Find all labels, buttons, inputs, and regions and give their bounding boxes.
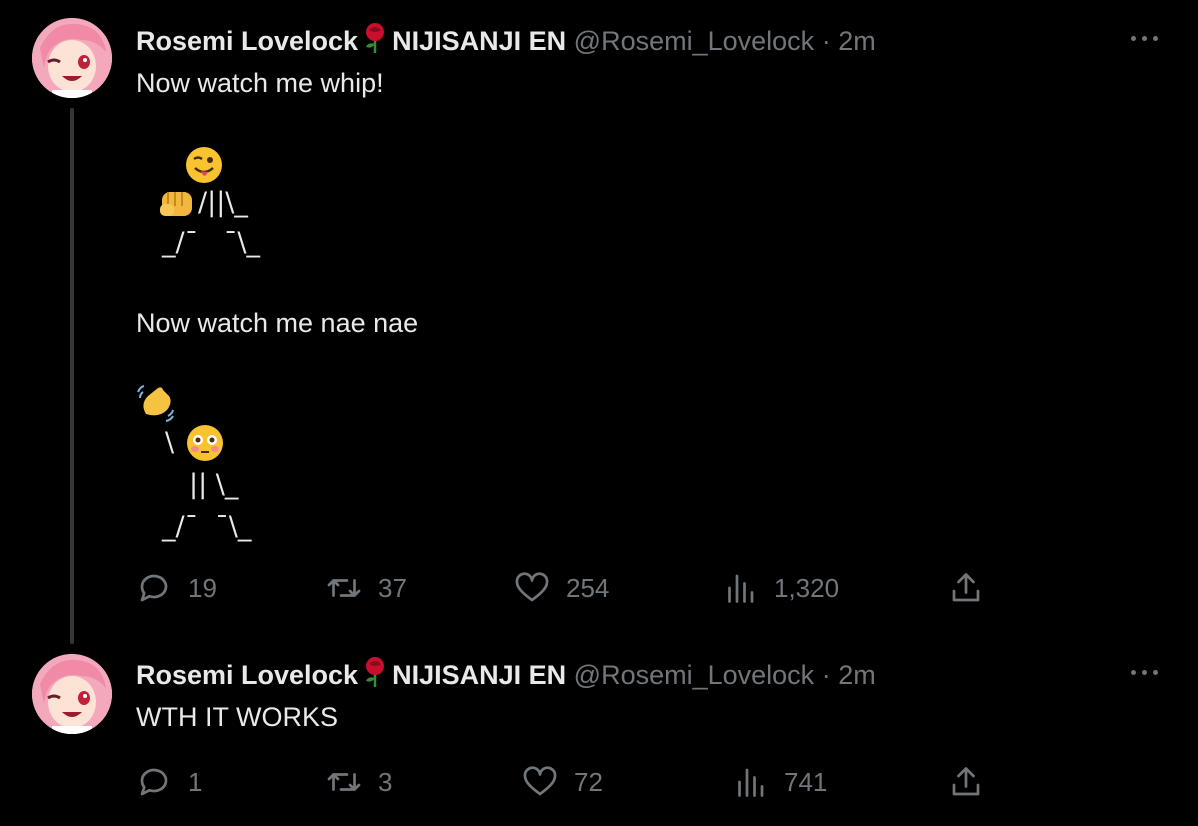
- reply-icon: [140, 574, 168, 602]
- retweet-icon: [327, 773, 361, 791]
- timestamp[interactable]: 2m: [838, 26, 876, 56]
- ascii-whip-line-1: /||\_: [198, 187, 248, 218]
- retweet-button[interactable]: 37: [326, 568, 407, 608]
- handle[interactable]: @Rosemi_Lovelock: [574, 660, 815, 690]
- tweet-header: Rosemi Lovelock NIJISANJI EN @Rosemi_Love…: [136, 22, 876, 62]
- tweet-header: Rosemi Lovelock NIJISANJI EN @Rosemi_Love…: [136, 656, 876, 696]
- more-icon[interactable]: [1128, 656, 1162, 690]
- views-icon: [738, 768, 764, 797]
- share-button[interactable]: [948, 762, 984, 802]
- tweet-text: WTH IT WORKS: [136, 702, 338, 732]
- views-button[interactable]: 741: [732, 762, 827, 802]
- ascii-naenae-line-2: || \_: [189, 469, 239, 500]
- flushed-face-emoji-icon: [186, 424, 224, 467]
- thread-line: [70, 108, 74, 644]
- like-count: 72: [574, 766, 603, 797]
- heart-icon: [523, 766, 557, 796]
- views-count: 741: [784, 766, 828, 797]
- display-name[interactable]: Rosemi Lovelock: [136, 26, 358, 56]
- separator: ·: [821, 26, 831, 56]
- reply-count: 1: [188, 766, 203, 797]
- tweet-actions: 19 37 254 1,320: [0, 568, 1198, 608]
- retweet-button[interactable]: 3: [326, 762, 392, 802]
- share-button[interactable]: [948, 568, 984, 608]
- tweet-2[interactable]: Rosemi Lovelock NIJISANJI EN @Rosemi_Love…: [0, 640, 1198, 826]
- ascii-whip-line-2: _/¯ ¯\_: [162, 227, 260, 258]
- retweet-count: 37: [378, 572, 407, 603]
- like-button[interactable]: 254: [514, 568, 609, 608]
- winking-tongue-emoji-icon: [185, 146, 223, 189]
- reply-count: 19: [188, 572, 217, 603]
- views-button[interactable]: 1,320: [722, 568, 839, 608]
- rose-emoji-icon: [361, 22, 389, 62]
- display-name[interactable]: Rosemi Lovelock: [136, 660, 358, 690]
- like-count: 254: [566, 572, 610, 603]
- tweet-actions: 1 3 72 741: [0, 762, 1198, 802]
- share-icon: [952, 573, 980, 602]
- tweet-1[interactable]: Rosemi Lovelock NIJISANJI EN @Rosemi_Love…: [0, 0, 1198, 644]
- fist-emoji-icon: [158, 186, 196, 225]
- reply-button[interactable]: 19: [136, 568, 217, 608]
- like-button[interactable]: 72: [522, 762, 603, 802]
- waving-hand-emoji-icon: [136, 384, 176, 429]
- rose-emoji-icon: [361, 656, 389, 696]
- avatar[interactable]: [32, 18, 112, 98]
- reply-button[interactable]: 1: [136, 762, 202, 802]
- more-icon[interactable]: [1128, 22, 1162, 56]
- heart-icon: [515, 572, 549, 602]
- avatar[interactable]: [32, 654, 112, 734]
- ascii-naenae-line-3: _/¯ ¯\_: [162, 511, 252, 542]
- retweet-icon: [327, 579, 361, 597]
- tweet-text-line-2: Now watch me nae nae: [136, 308, 419, 338]
- views-icon: [728, 574, 754, 603]
- timestamp[interactable]: 2m: [838, 660, 876, 690]
- retweet-count: 3: [378, 766, 393, 797]
- share-icon: [952, 767, 980, 796]
- affiliation[interactable]: NIJISANJI EN: [392, 26, 566, 56]
- handle[interactable]: @Rosemi_Lovelock: [574, 26, 815, 56]
- affiliation[interactable]: NIJISANJI EN: [392, 660, 566, 690]
- ascii-naenae-line-1: \: [165, 427, 175, 458]
- tweet-text-line-1: Now watch me whip!: [136, 68, 384, 98]
- views-count: 1,320: [774, 572, 840, 603]
- reply-icon: [140, 768, 168, 796]
- separator: ·: [821, 660, 831, 690]
